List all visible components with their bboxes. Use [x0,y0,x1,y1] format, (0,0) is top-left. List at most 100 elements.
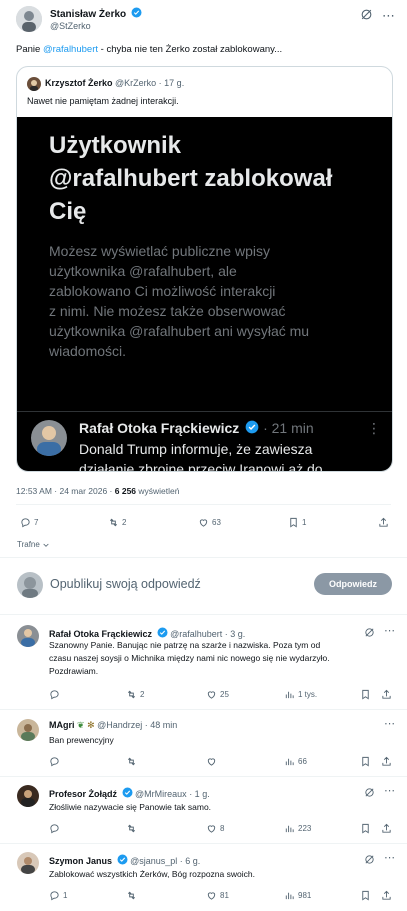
reply-avatar[interactable] [17,785,39,807]
reply-retweet-button[interactable]: 2 [126,689,144,700]
retweet-icon [109,518,118,527]
quote-author-avatar [27,77,41,91]
views-icon [285,758,294,766]
reply-reply-button[interactable] [49,823,60,834]
heart-icon [199,519,208,527]
sort-dropdown[interactable]: Trafne [17,540,50,549]
reply-reply-button[interactable] [49,689,63,700]
reply-views[interactable]: 981 [284,890,311,901]
reply-retweet-button[interactable] [126,890,137,901]
user-avatar[interactable] [17,572,43,598]
reply-handle[interactable]: @rafalhubert · 3 g. [170,629,245,639]
reply-like-button[interactable]: 81 [206,890,229,901]
author-avatar[interactable] [16,6,42,32]
heart-icon [207,825,216,833]
reply-header: Rafał Otoka Frąckiewicz @rafalhubert · 3… [49,627,245,639]
reply-avatar[interactable] [17,852,39,874]
tweet-text: Panie @rafalhubert - chyba nie ten Żerko… [16,44,283,55]
verified-badge-icon [245,420,259,434]
grok-icon[interactable] [360,8,373,21]
share-icon [379,517,388,527]
reply-reply-button[interactable]: 1 [49,890,67,901]
retweet-button[interactable]: 2 [108,517,126,528]
reply-bookmark-button[interactable] [360,890,371,901]
quote-author-handle: @KrZerko · 17 g. [115,78,185,88]
divider [17,411,392,412]
author-name-row[interactable]: Stanisław Żerko [50,7,142,20]
like-button[interactable]: 63 [198,517,221,528]
inner-more-icon: ⋮ [367,420,381,436]
blocked-body-line: z nimi. Nie możesz także obserwować [49,303,286,319]
divider [0,843,407,844]
views-count: 6 256 [114,486,137,496]
grok-icon[interactable] [364,627,375,638]
mention-link[interactable]: @rafalhubert [43,44,98,55]
inner-author-row: Rafał Otoka Frąckiewicz · 21 min [79,420,314,436]
bookmark-button[interactable]: 1 [288,517,306,528]
divider [0,776,407,777]
reply-like-button[interactable]: 8 [206,823,224,834]
grok-icon[interactable] [364,854,375,865]
plant-emoji-icon: ❦ [77,720,85,730]
reply-views[interactable]: 223 [284,823,311,834]
reply-header: Profesor Żołądź @MrMireaux · 1 g. [49,787,210,799]
share-icon [382,890,391,900]
blocked-body-line: zablokowano Ci możliwość interakcji [49,283,276,299]
reply-handle[interactable]: @sjanus_pl · 6 g. [130,856,200,866]
reply-author-name[interactable]: Profesor Żołądź [49,789,117,799]
heart-icon [207,691,216,699]
reply-author-name[interactable]: MAgri [49,720,75,730]
blocked-body-line: Możesz wyświetlać publiczne wpisy [49,243,270,259]
blocked-screenshot-image[interactable]: Użytkownik @rafalhubert zablokował Cię M… [17,117,392,471]
reply-input[interactable]: Opublikuj swoją odpowiedź [50,577,201,591]
more-options-icon[interactable]: ⋯ [382,8,395,24]
reply-views[interactable]: 66 [284,756,307,767]
reply-icon [50,757,59,767]
share-button[interactable] [378,517,389,528]
quote-tweet-card[interactable]: Krzysztof Żerko @KrZerko · 17 g. Nawet n… [16,66,393,472]
reply-like-button[interactable]: 25 [206,689,229,700]
reply-share-button[interactable] [381,689,392,700]
reply-avatar[interactable] [17,625,39,647]
reply-header: MAgri ❦ ✻ @Handrzej · 48 min [49,720,177,731]
reply-retweet-button[interactable] [126,756,137,767]
reply-views[interactable]: 1 tys. [284,689,317,700]
reply-handle[interactable]: @Handrzej · 48 min [97,720,177,730]
reply-bookmark-button[interactable] [360,823,371,834]
author-handle[interactable]: @StZerko [50,21,91,31]
divider [0,557,407,558]
reply-icon [50,690,59,700]
reply-author-name[interactable]: Rafał Otoka Frąckiewicz [49,629,152,639]
more-options-icon[interactable]: ⋯ [384,851,395,864]
reply-retweet-button[interactable] [126,823,137,834]
verified-badge-icon [157,627,168,638]
share-icon [382,756,391,766]
bookmark-icon [362,689,369,700]
reply-submit-button[interactable]: Odpowiedz [314,573,392,595]
grok-icon[interactable] [364,787,375,798]
reply-reply-button[interactable] [49,756,60,767]
bookmark-icon [362,823,369,834]
more-options-icon[interactable]: ⋯ [384,784,395,797]
reply-like-button[interactable] [206,756,217,767]
inner-text-line: Donald Trump informuje, że zawiesza [79,441,313,457]
reply-share-button[interactable] [381,823,392,834]
reply-author-name[interactable]: Szymon Janus [49,856,112,866]
reply-share-button[interactable] [381,756,392,767]
reply-bookmark-button[interactable] [360,689,371,700]
reply-share-button[interactable] [381,890,392,901]
divider [0,709,407,710]
reply-avatar[interactable] [17,719,39,741]
more-options-icon[interactable]: ⋯ [384,624,395,637]
more-options-icon[interactable]: ⋯ [384,717,395,730]
author-name[interactable]: Stanisław Żerko [50,9,126,20]
retweet-icon [127,757,136,766]
reply-bookmark-button[interactable] [360,756,371,767]
bookmark-icon [362,890,369,901]
reply-text-line: Pozdrawiam. [49,666,99,676]
blocked-body-line: użytkownika @rafalhubert, ale [49,263,237,279]
reply-button[interactable]: 7 [20,517,38,528]
quote-author-row: Krzysztof Żerko @KrZerko · 17 g. [45,78,184,88]
reply-handle[interactable]: @MrMireaux · 1 g. [135,789,210,799]
views-icon [285,892,294,900]
